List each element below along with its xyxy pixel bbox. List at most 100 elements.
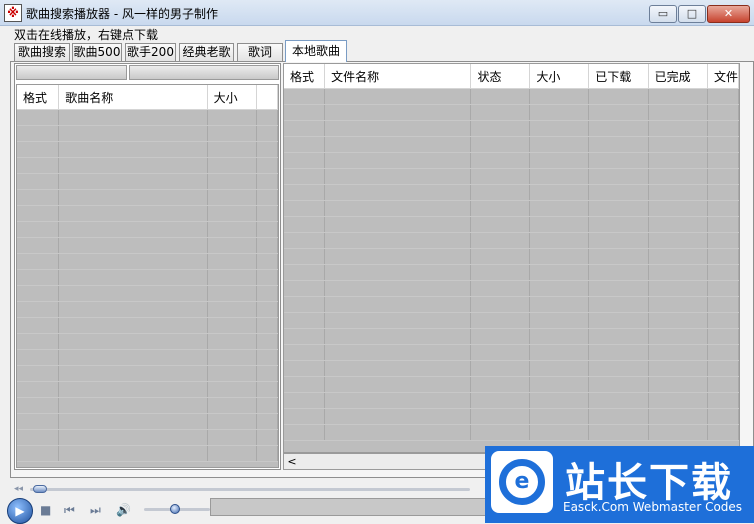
table-cell (707, 264, 739, 281)
table-row[interactable] (17, 109, 278, 126)
left-column-header[interactable]: 格式 (17, 85, 60, 110)
table-row[interactable] (284, 328, 739, 345)
table-row[interactable] (284, 424, 739, 441)
table-row[interactable] (284, 88, 739, 105)
table-row[interactable] (17, 365, 278, 382)
stop-icon[interactable]: ■ (40, 503, 51, 517)
table-row[interactable] (284, 120, 739, 137)
table-row[interactable] (17, 381, 278, 398)
table-row[interactable] (284, 232, 739, 249)
table-cell (648, 360, 708, 377)
volume-thumb[interactable] (170, 504, 180, 514)
table-row[interactable] (284, 392, 739, 409)
table-cell (470, 200, 531, 217)
table-row[interactable] (284, 376, 739, 393)
table-row[interactable] (17, 413, 278, 430)
table-row[interactable] (284, 280, 739, 297)
table-cell (207, 333, 258, 350)
table-row[interactable] (17, 141, 278, 158)
left-column-header[interactable] (256, 85, 278, 110)
table-row[interactable] (17, 301, 278, 318)
table-cell (58, 173, 208, 190)
table-row[interactable] (17, 429, 278, 446)
left-toolbar-field-1[interactable] (16, 65, 127, 80)
right-column-header[interactable]: 文件名称 (324, 64, 472, 89)
table-cell (588, 152, 649, 169)
table-cell (529, 104, 590, 121)
local-songs-grid[interactable]: 格式 文件名称 状态 大小 已下载 已完成 文件 (284, 64, 739, 441)
table-row[interactable] (17, 125, 278, 142)
table-row[interactable] (284, 152, 739, 169)
table-cell (529, 152, 590, 169)
volume-icon[interactable]: 🔊 (116, 503, 131, 517)
table-row[interactable] (17, 285, 278, 302)
watermark-logo-mark: e (499, 459, 545, 505)
scroll-left-arrow-icon[interactable]: < (284, 454, 300, 469)
right-column-header[interactable]: 状态 (470, 64, 531, 89)
search-results-table[interactable]: 格式 歌曲名称 大小 (16, 84, 279, 468)
table-row[interactable] (284, 264, 739, 281)
table-cell (648, 200, 708, 217)
tab-song-search[interactable]: 歌曲搜索 (14, 43, 70, 61)
table-row[interactable] (284, 312, 739, 329)
table-row[interactable] (17, 349, 278, 366)
table-row[interactable] (17, 205, 278, 222)
table-cell (58, 237, 208, 254)
table-cell (470, 120, 531, 137)
tab-song-500[interactable]: 歌曲500 (72, 43, 122, 61)
tab-lyrics[interactable]: 歌词 (237, 43, 283, 61)
table-row[interactable] (17, 269, 278, 286)
table-row[interactable] (17, 189, 278, 206)
table-cell (324, 408, 472, 425)
seek-thumb[interactable] (33, 485, 47, 493)
maximize-button[interactable]: □ (678, 5, 706, 23)
table-row[interactable] (284, 168, 739, 185)
previous-icon[interactable]: ⏮ (64, 503, 75, 518)
table-cell (284, 104, 326, 121)
search-results-grid[interactable]: 格式 歌曲名称 大小 (17, 85, 278, 462)
table-row[interactable] (284, 296, 739, 313)
table-row[interactable] (17, 253, 278, 270)
table-row[interactable] (17, 237, 278, 254)
right-column-header[interactable]: 已完成 (648, 64, 708, 89)
table-cell (588, 168, 649, 185)
table-row[interactable] (284, 360, 739, 377)
table-row[interactable] (284, 408, 739, 425)
table-row[interactable] (17, 445, 278, 462)
table-cell (207, 125, 258, 142)
minimize-button[interactable]: ▭ (649, 5, 677, 23)
next-icon[interactable]: ⏭ (90, 503, 101, 518)
table-cell (284, 424, 326, 441)
table-row[interactable] (284, 136, 739, 153)
tab-classic-songs[interactable]: 经典老歌 (179, 43, 234, 61)
tab-local-songs[interactable]: 本地歌曲 (285, 40, 347, 62)
tab-singer-200[interactable]: 歌手200 (125, 43, 176, 61)
right-column-header[interactable]: 已下载 (588, 64, 649, 89)
table-cell (284, 360, 326, 377)
left-toolbar-field-2[interactable] (129, 65, 279, 80)
table-row[interactable] (17, 333, 278, 350)
right-column-header[interactable]: 格式 (284, 64, 326, 89)
seek-bar[interactable] (30, 488, 470, 491)
table-row[interactable] (17, 317, 278, 334)
table-cell (707, 248, 739, 265)
table-row[interactable] (284, 216, 739, 233)
left-column-header[interactable]: 大小 (207, 85, 258, 110)
table-row[interactable] (284, 184, 739, 201)
close-button[interactable]: ✕ (707, 5, 750, 23)
table-row[interactable] (284, 104, 739, 121)
table-row[interactable] (17, 221, 278, 238)
table-row[interactable] (284, 200, 739, 217)
table-cell (707, 344, 739, 361)
table-row[interactable] (17, 157, 278, 174)
table-row[interactable] (17, 173, 278, 190)
table-row[interactable] (284, 344, 739, 361)
left-column-header[interactable]: 歌曲名称 (58, 85, 208, 110)
local-songs-table[interactable]: 格式 文件名称 状态 大小 已下载 已完成 文件 (283, 63, 740, 453)
table-row[interactable] (17, 397, 278, 414)
table-cell (707, 296, 739, 313)
play-button[interactable]: ▶ (7, 498, 33, 524)
right-column-header[interactable]: 大小 (529, 64, 590, 89)
right-column-header[interactable]: 文件 (707, 64, 739, 89)
table-row[interactable] (284, 248, 739, 265)
